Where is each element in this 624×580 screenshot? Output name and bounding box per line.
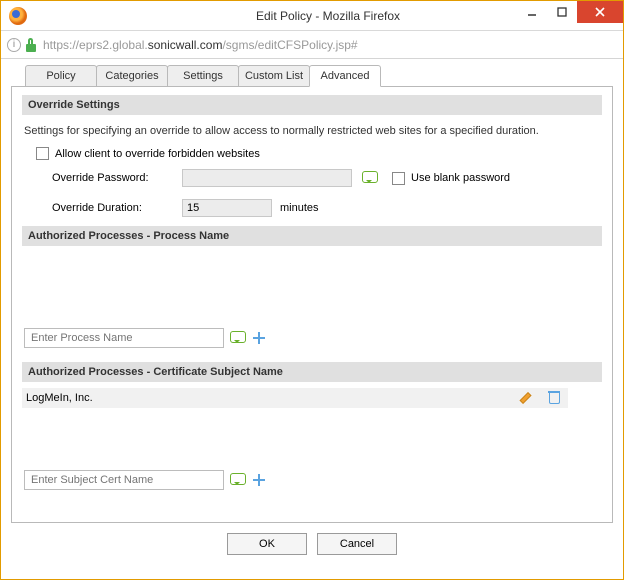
cert-add-row [22,470,602,490]
override-description: Settings for specifying an override to a… [22,121,602,141]
ok-button[interactable]: OK [227,533,307,555]
maximize-button[interactable] [547,1,577,23]
info-icon[interactable]: i [7,38,21,52]
cert-list-item: LogMeIn, Inc. [22,388,568,408]
add-cert-icon[interactable] [252,473,266,487]
tab-settings[interactable]: Settings [167,65,239,87]
allow-override-label: Allow client to override forbidden websi… [55,148,260,160]
lock-icon [25,38,37,52]
comment-icon[interactable] [230,473,246,487]
override-section-header: Override Settings [22,95,602,115]
allow-override-checkbox[interactable] [36,147,49,160]
tab-strip: Policy Categories Settings Custom List A… [25,65,613,87]
minimize-button[interactable] [517,1,547,23]
override-duration-input[interactable] [182,199,272,217]
process-list [22,252,602,322]
firefox-icon [9,7,27,25]
override-password-input[interactable] [182,169,352,187]
allow-override-row: Allow client to override forbidden websi… [22,147,602,160]
comment-icon[interactable] [362,171,378,185]
process-name-input[interactable] [24,328,224,348]
cert-section-header: Authorized Processes - Certificate Subje… [22,362,602,382]
titlebar: Edit Policy - Mozilla Firefox [1,1,623,31]
use-blank-password-checkbox[interactable] [392,172,405,185]
window-controls [517,1,623,23]
use-blank-password-label: Use blank password [411,172,510,184]
tab-advanced[interactable]: Advanced [309,65,381,87]
cancel-button[interactable]: Cancel [317,533,397,555]
firefox-window: Edit Policy - Mozilla Firefox i https://… [0,0,624,580]
override-duration-label: Override Duration: [52,202,182,214]
cert-item-name: LogMeIn, Inc. [26,392,93,404]
url-text: https://eprs2.global.sonicwall.com/sgms/… [43,38,358,52]
process-add-row [22,328,602,348]
tab-policy[interactable]: Policy [25,65,97,87]
close-button[interactable] [577,1,623,23]
add-process-icon[interactable] [252,331,266,345]
override-duration-unit: minutes [280,202,319,214]
override-duration-row: Override Duration: minutes [22,196,602,220]
cert-name-input[interactable] [24,470,224,490]
address-bar[interactable]: i https://eprs2.global.sonicwall.com/sgm… [1,31,623,59]
advanced-panel: Override Settings Settings for specifyin… [11,86,613,523]
dialog-body: Policy Categories Settings Custom List A… [1,59,623,579]
tab-custom-list[interactable]: Custom List [238,65,310,87]
override-password-label: Override Password: [52,172,182,184]
override-password-row: Override Password: Use blank password [22,166,602,190]
edit-cert-icon[interactable] [526,391,540,405]
comment-icon[interactable] [230,331,246,345]
dialog-footer: OK Cancel [11,523,613,569]
cert-list-spacer [22,414,602,464]
tab-categories[interactable]: Categories [96,65,168,87]
delete-cert-icon[interactable] [548,391,560,405]
process-section-header: Authorized Processes - Process Name [22,226,602,246]
